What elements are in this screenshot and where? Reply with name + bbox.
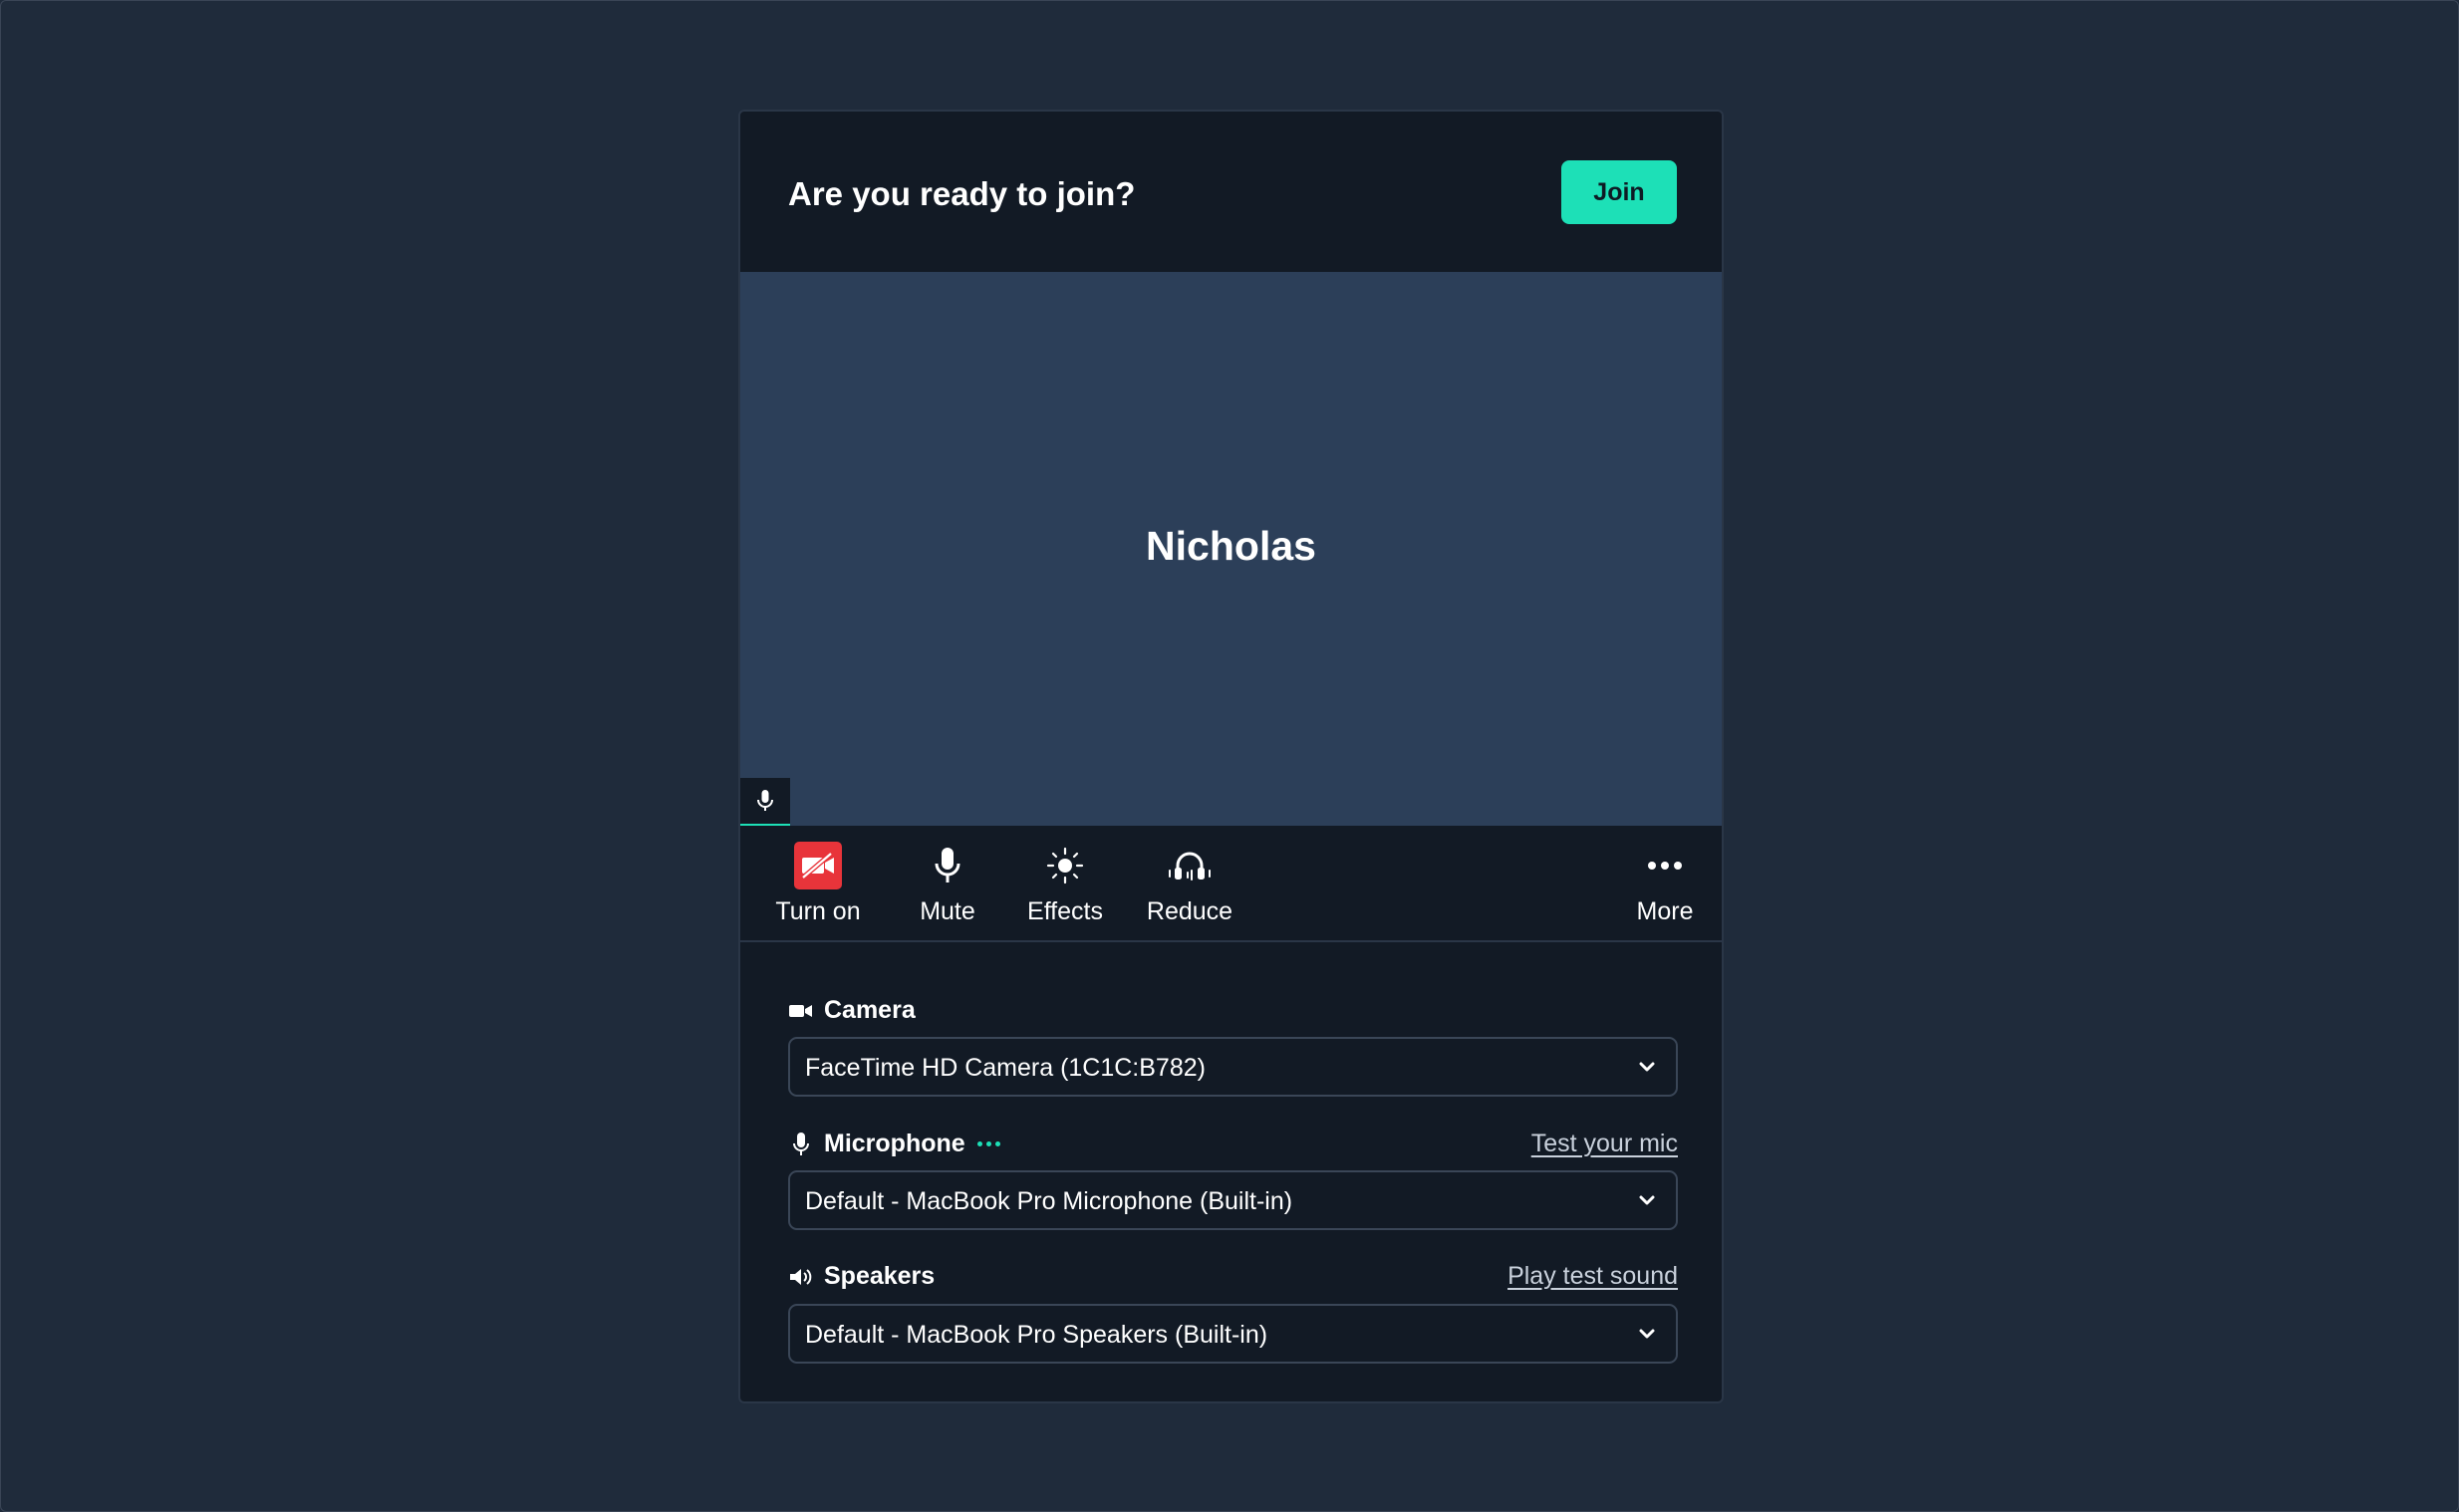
microphone-label-row: Microphone Test your mic xyxy=(788,1130,1678,1165)
microphone-icon xyxy=(935,848,960,882)
microphone-label: Microphone xyxy=(824,1130,965,1157)
speakers-label-row: Speakers Play test sound xyxy=(788,1262,1678,1298)
join-button[interactable]: Join xyxy=(1561,160,1677,224)
video-preview: Nicholas xyxy=(740,272,1722,826)
microphone-icon xyxy=(757,790,773,811)
speakers-field-label: Speakers xyxy=(788,1262,935,1291)
more-label: More xyxy=(1636,897,1694,925)
card-header: Are you ready to join? Join xyxy=(740,112,1722,272)
camera-field-label: Camera xyxy=(788,996,916,1025)
camera-label: Camera xyxy=(824,996,916,1024)
mute-button[interactable]: Mute xyxy=(900,826,995,942)
microphone-select[interactable]: Default - MacBook Pro Microphone (Built-… xyxy=(788,1170,1678,1230)
more-dots-icon xyxy=(1648,862,1682,870)
chevron-down-icon xyxy=(1636,1056,1658,1078)
sun-sparkle-icon xyxy=(1046,847,1084,884)
reduce-noise-button[interactable]: Reduce xyxy=(1130,826,1249,942)
mic-activity-indicator xyxy=(740,778,790,826)
speaker-icon xyxy=(788,1264,814,1290)
chevron-down-icon xyxy=(1636,1189,1658,1211)
camera-off-icon xyxy=(794,842,842,889)
headphones-noise-icon xyxy=(1169,852,1211,881)
speakers-select[interactable]: Default - MacBook Pro Speakers (Built-in… xyxy=(788,1304,1678,1364)
camera-label-row: Camera xyxy=(788,996,1678,1032)
microphone-icon xyxy=(788,1132,814,1157)
page-title: Are you ready to join? xyxy=(788,175,1136,212)
more-button[interactable]: More xyxy=(1617,826,1713,942)
prejoin-card: Are you ready to join? Join Nicholas Tur… xyxy=(738,110,1724,1403)
app-window: Are you ready to join? Join Nicholas Tur… xyxy=(0,0,2459,1512)
effects-button[interactable]: Effects xyxy=(1012,826,1118,942)
camera-toggle-button[interactable]: Turn on xyxy=(770,826,866,942)
camera-select-value: FaceTime HD Camera (1C1C:B782) xyxy=(805,1054,1206,1082)
test-mic-link[interactable]: Test your mic xyxy=(1531,1130,1678,1158)
microphone-field-label: Microphone xyxy=(788,1130,1000,1158)
chevron-down-icon xyxy=(1636,1323,1658,1345)
mute-label: Mute xyxy=(920,897,975,925)
participant-name: Nicholas xyxy=(1146,523,1316,569)
speakers-select-value: Default - MacBook Pro Speakers (Built-in… xyxy=(805,1321,1268,1349)
reduce-label: Reduce xyxy=(1146,897,1233,925)
play-test-sound-link[interactable]: Play test sound xyxy=(1507,1262,1678,1291)
camera-select[interactable]: FaceTime HD Camera (1C1C:B782) xyxy=(788,1037,1678,1097)
speakers-label: Speakers xyxy=(824,1262,936,1290)
camera-toggle-label: Turn on xyxy=(775,897,861,925)
video-camera-icon xyxy=(788,998,814,1024)
mic-activity-dots-icon xyxy=(976,1141,1000,1146)
microphone-select-value: Default - MacBook Pro Microphone (Built-… xyxy=(805,1187,1293,1215)
effects-label: Effects xyxy=(1027,897,1103,925)
control-bar: Turn on Mute Effects Reduce More xyxy=(740,826,1722,942)
